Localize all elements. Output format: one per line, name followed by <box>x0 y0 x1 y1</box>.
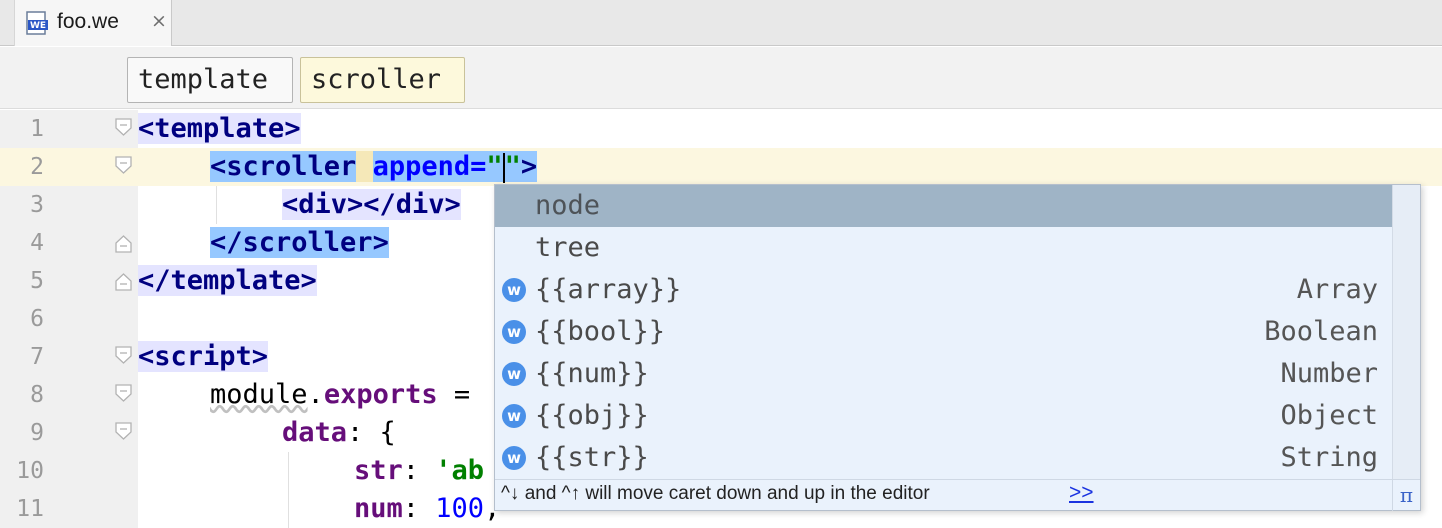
weex-variable-icon: w <box>502 278 526 302</box>
weex-variable-icon: w <box>502 320 526 344</box>
completion-item-num[interactable]: w {{num}} Number <box>495 353 1392 395</box>
fold-open-icon[interactable] <box>114 384 133 403</box>
line-number: 11 <box>16 496 44 522</box>
fold-open-icon[interactable] <box>114 422 133 441</box>
fold-open-icon[interactable] <box>114 346 133 365</box>
line-number: 1 <box>30 116 44 142</box>
fold-close-icon[interactable] <box>114 272 133 291</box>
completion-item-label: {{str}} <box>535 442 649 473</box>
code-text: module.exports = <box>210 379 471 410</box>
line-number: 2 <box>30 154 44 180</box>
completion-item-type: Boolean <box>1264 316 1378 347</box>
completion-item-label: {{array}} <box>535 274 682 305</box>
breadcrumb: template scroller <box>0 47 1442 109</box>
line-number: 7 <box>30 344 44 370</box>
completion-item-type: Object <box>1280 400 1378 431</box>
completion-item-label: {{obj}} <box>535 400 649 431</box>
code-text: <script> <box>138 341 269 372</box>
pi-icon[interactable]: π <box>1392 480 1420 511</box>
code-text: </template> <box>138 265 317 296</box>
tab-label: foo.we <box>57 10 119 33</box>
code-text: num: 100, <box>354 493 501 524</box>
close-icon[interactable]: × <box>151 10 167 32</box>
fold-close-icon[interactable] <box>114 234 133 253</box>
line-number: 5 <box>30 268 44 294</box>
code-text: </scroller> <box>210 227 389 258</box>
completion-item-obj[interactable]: w {{obj}} Object <box>495 395 1392 437</box>
editor-tab-bar: WE foo.we × <box>0 0 1442 46</box>
completion-item-label: {{num}} <box>535 358 649 389</box>
completion-item-label: tree <box>535 232 601 263</box>
line-number: 10 <box>16 458 44 484</box>
completion-item-tree[interactable]: tree <box>495 227 1392 269</box>
more-hints-link[interactable]: >> <box>1069 481 1094 505</box>
code-text: <div></div> <box>282 189 461 220</box>
line-number: 9 <box>30 420 44 446</box>
tab-foo-we[interactable]: WE foo.we × <box>14 0 172 46</box>
code-text: <scroller append=""> <box>210 151 538 183</box>
completion-scrollbar[interactable] <box>1392 185 1420 479</box>
completion-item-node[interactable]: node <box>495 185 1392 227</box>
completion-item-array[interactable]: w {{array}} Array <box>495 269 1392 311</box>
completion-item-label: node <box>535 190 601 221</box>
line-number: 3 <box>30 192 44 218</box>
completion-item-label: {{bool}} <box>535 316 666 347</box>
fold-open-icon[interactable] <box>114 118 133 137</box>
code-text: data: { <box>282 417 396 448</box>
line-number: 4 <box>30 230 44 256</box>
completion-footer: ^↓ and ^↑ will move caret down and up in… <box>495 479 1420 511</box>
code-text: str: 'ab <box>354 455 485 486</box>
fold-open-icon[interactable] <box>114 156 133 175</box>
completion-item-type: String <box>1280 442 1378 473</box>
breadcrumb-scroller[interactable]: scroller <box>300 57 465 103</box>
breadcrumb-template[interactable]: template <box>127 57 293 103</box>
weex-file-icon: WE <box>26 11 48 35</box>
completion-item-bool[interactable]: w {{bool}} Boolean <box>495 311 1392 353</box>
completion-list: node tree w {{array}} Array w {{bool}} B… <box>495 185 1392 479</box>
weex-variable-icon: w <box>502 446 526 470</box>
line-number: 6 <box>30 306 44 332</box>
code-line-current: 2 <scroller append=""> <box>0 148 1442 186</box>
code-line: 1 <template> <box>0 110 1442 148</box>
weex-variable-icon: w <box>502 404 526 428</box>
completion-item-type: Number <box>1280 358 1378 389</box>
svg-text:WE: WE <box>30 21 46 31</box>
completion-item-type: Array <box>1296 274 1378 305</box>
completion-hint: ^↓ and ^↑ will move caret down and up in… <box>501 483 930 504</box>
completion-popup: node tree w {{array}} Array w {{bool}} B… <box>494 184 1421 511</box>
code-text: <template> <box>138 113 301 144</box>
completion-item-str[interactable]: w {{str}} String <box>495 437 1392 479</box>
weex-variable-icon: w <box>502 362 526 386</box>
line-number: 8 <box>30 382 44 408</box>
